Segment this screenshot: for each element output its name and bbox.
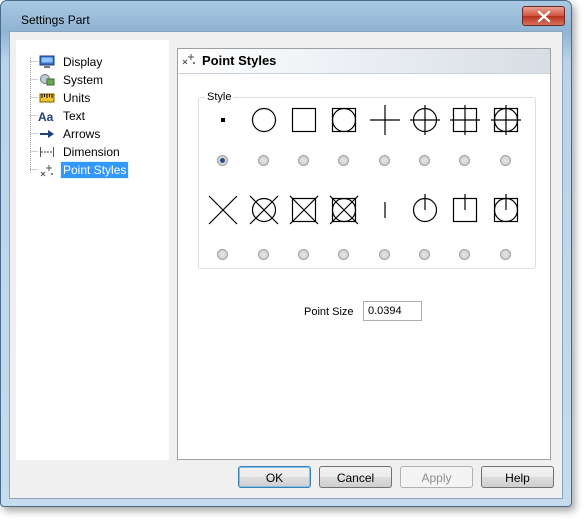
point-style-radio[interactable] bbox=[338, 155, 349, 166]
point-style-square-tick-icon bbox=[452, 194, 478, 223]
arrow-icon bbox=[38, 126, 56, 142]
point-style-circle-icon bbox=[251, 107, 277, 133]
point-style-radio[interactable] bbox=[500, 155, 511, 166]
tree-item-text[interactable]: Aa Text bbox=[38, 107, 87, 125]
units-icon bbox=[38, 90, 56, 106]
point-style-square-icon bbox=[291, 107, 317, 133]
point-styles-icon bbox=[181, 53, 197, 70]
point-style-radio[interactable] bbox=[419, 155, 430, 166]
point-style-circle-tick-icon bbox=[412, 194, 438, 223]
point-style-circle-in-square-icon bbox=[331, 107, 357, 133]
apply-button[interactable]: Apply bbox=[400, 466, 473, 488]
panel-title: Point Styles bbox=[202, 53, 277, 68]
point-style-radio[interactable] bbox=[419, 249, 430, 260]
close-icon bbox=[537, 10, 551, 23]
point-style-radio[interactable] bbox=[379, 249, 390, 260]
help-button[interactable]: Help bbox=[481, 466, 554, 488]
title-bar[interactable]: Settings Part bbox=[1, 1, 571, 31]
point-style-tick-icon bbox=[384, 202, 386, 218]
point-size-input[interactable] bbox=[363, 301, 422, 321]
point-style-radio[interactable] bbox=[500, 249, 511, 260]
settings-tree: Display System Units Aa Text Arrows Dime… bbox=[16, 40, 169, 460]
system-icon bbox=[38, 72, 56, 88]
settings-window: Settings Part Display System Units Aa Te… bbox=[0, 0, 572, 507]
tree-item-units[interactable]: Units bbox=[38, 89, 92, 107]
svg-text:Aa: Aa bbox=[38, 110, 54, 123]
cancel-button[interactable]: Cancel bbox=[319, 466, 392, 488]
tree-item-label: Dimension bbox=[63, 145, 120, 159]
point-style-circle-x-icon bbox=[249, 195, 279, 225]
display-icon bbox=[38, 54, 56, 70]
point-style-square-x-icon bbox=[289, 195, 319, 225]
point-style-radio[interactable] bbox=[459, 249, 470, 260]
point-style-x-icon bbox=[208, 195, 238, 225]
tree-item-label: Text bbox=[63, 109, 86, 123]
point-style-radio[interactable] bbox=[338, 249, 349, 260]
point-style-circle-square-x-icon bbox=[329, 195, 359, 225]
dialog-body: Display System Units Aa Text Arrows Dime… bbox=[9, 31, 563, 499]
tree-item-arrows[interactable]: Arrows bbox=[38, 125, 102, 143]
panel-header: Point Styles bbox=[178, 49, 550, 74]
window-title: Settings Part bbox=[21, 13, 90, 27]
tree-item-label: Point Styles bbox=[59, 161, 130, 179]
point-style-plus-icon bbox=[370, 105, 400, 135]
tree-item-label: System bbox=[63, 73, 104, 87]
point-style-circle-square-tick-icon bbox=[493, 194, 519, 223]
tree-item-display[interactable]: Display bbox=[38, 53, 104, 71]
point-style-radio[interactable] bbox=[258, 249, 269, 260]
style-group-label: Style bbox=[205, 91, 234, 103]
point-styles-icon bbox=[38, 162, 56, 178]
point-size-label: Point Size bbox=[304, 306, 354, 318]
point-style-radio[interactable] bbox=[298, 155, 309, 166]
point-style-radio[interactable] bbox=[258, 155, 269, 166]
text-aa-icon: Aa bbox=[38, 108, 56, 124]
style-group: Style bbox=[198, 91, 536, 269]
point-style-radio[interactable] bbox=[217, 249, 228, 260]
tree-item-system[interactable]: System bbox=[38, 71, 105, 89]
point-style-radio[interactable] bbox=[379, 155, 390, 166]
point-style-square-plus-icon bbox=[450, 105, 480, 135]
tree-item-label: Display bbox=[63, 55, 103, 69]
point-styles-panel: Point Styles Style Point Size bbox=[177, 48, 551, 460]
point-style-circle-plus-icon bbox=[410, 105, 440, 135]
point-style-radio[interactable] bbox=[459, 155, 470, 166]
point-style-radio[interactable] bbox=[217, 155, 228, 166]
point-style-radio[interactable] bbox=[298, 249, 309, 260]
tree-item-dimension[interactable]: Dimension bbox=[38, 143, 122, 161]
tree-item-label: Units bbox=[63, 91, 91, 105]
tree-item-point-styles[interactable]: Point Styles bbox=[38, 161, 130, 179]
dimension-icon bbox=[38, 144, 56, 160]
ok-button[interactable]: OK bbox=[238, 466, 311, 488]
point-style-circle-square-plus-icon bbox=[491, 105, 521, 135]
point-style-dot-icon bbox=[221, 118, 225, 122]
close-button[interactable] bbox=[522, 6, 565, 26]
tree-item-label: Arrows bbox=[63, 127, 101, 141]
